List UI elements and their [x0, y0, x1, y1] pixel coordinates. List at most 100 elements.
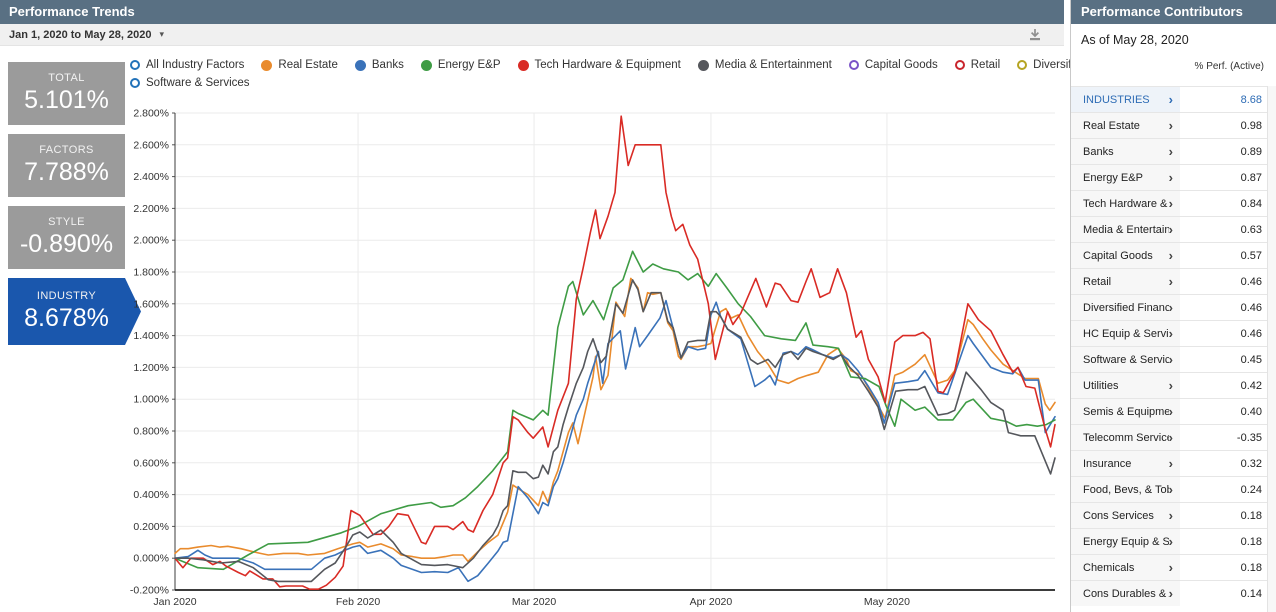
row-value: 0.57: [1240, 250, 1262, 262]
row-name-cell: Telecomm Services›: [1071, 425, 1180, 450]
chevron-right-icon[interactable]: ›: [1169, 145, 1180, 158]
performance-chart: 2.800% 2.600% 2.400% 2.200% 2.000% 1.800% 1.60…: [128, 100, 1062, 612]
chevron-right-icon[interactable]: ›: [1169, 197, 1180, 210]
chevron-right-icon[interactable]: ›: [1169, 327, 1180, 340]
column-header-perf-active: % Perf. (Active): [1194, 61, 1264, 72]
legend-item-real-estate[interactable]: Real Estate: [261, 59, 338, 71]
legend-swatch-icon: [848, 60, 859, 70]
panel-title: Performance Contributors: [1081, 4, 1243, 19]
chevron-down-icon[interactable]: ▾: [159, 29, 164, 40]
chevron-right-icon[interactable]: ›: [1169, 483, 1180, 496]
contributors-table: INDUSTRIES › 8.68 Real Estate › 0.98 Banks › 0.8…: [1071, 86, 1276, 606]
badge-total[interactable]: TOTAL 5.101%: [8, 62, 125, 125]
x-tick-label: Feb 2020: [336, 596, 381, 608]
legend-label: Retail: [970, 59, 1001, 71]
badge-industry[interactable]: INDUSTRY 8.678%: [8, 278, 141, 345]
table-row-chemicals[interactable]: Chemicals › 0.18: [1071, 554, 1276, 580]
table-row-tech-hardware[interactable]: Tech Hardware & ...› 0.84: [1071, 190, 1276, 216]
legend-item-energy-e-p[interactable]: Energy E&P: [420, 59, 501, 71]
table-row-diversified-financi[interactable]: Diversified Financi...› 0.46: [1071, 294, 1276, 320]
table-row-utilities[interactable]: Utilities › 0.42: [1071, 372, 1276, 398]
chevron-right-icon[interactable]: ›: [1169, 561, 1180, 574]
legend-item-tech-hardware-equipment[interactable]: Tech Hardware & Equipment: [517, 59, 681, 71]
chevron-right-icon[interactable]: ›: [1169, 223, 1180, 236]
legend-label: Tech Hardware & Equipment: [534, 59, 681, 71]
x-tick-label: Jan 2020: [153, 596, 196, 608]
table-row-telecomm-services[interactable]: Telecomm Services› -0.35: [1071, 424, 1276, 450]
row-name-cell: INDUSTRIES ›: [1071, 87, 1180, 112]
row-name-cell: Capital Goods ›: [1071, 243, 1180, 268]
row-value: 0.84: [1240, 198, 1262, 210]
chevron-right-icon[interactable]: ›: [1169, 275, 1180, 288]
scrollbar[interactable]: [1267, 86, 1276, 612]
row-name-cell: Insurance ›: [1071, 451, 1180, 476]
legend-item-banks[interactable]: Banks: [354, 59, 404, 71]
chevron-right-icon[interactable]: ›: [1169, 431, 1180, 444]
y-tick-label: 2.000%: [133, 235, 169, 247]
chevron-right-icon[interactable]: ›: [1169, 119, 1180, 132]
row-value: 0.14: [1240, 588, 1262, 600]
chevron-right-icon[interactable]: ›: [1169, 249, 1180, 262]
table-row-energy-equip-se[interactable]: Energy Equip & Se...› 0.18: [1071, 528, 1276, 554]
table-row-hc-equip-services[interactable]: HC Equip & Services› 0.46: [1071, 320, 1276, 346]
row-label: Energy E&P: [1083, 171, 1143, 184]
row-value: 0.98: [1240, 120, 1262, 132]
legend-item-capital-goods[interactable]: Capital Goods: [848, 59, 938, 71]
legend-item-retail[interactable]: Retail: [954, 59, 1001, 71]
legend-item-media-entertainment[interactable]: Media & Entertainment: [697, 59, 832, 71]
series-banks-line: [174, 299, 1056, 583]
legend-swatch-icon: [697, 59, 709, 71]
badge-label: FACTORS: [39, 144, 94, 156]
chevron-right-icon[interactable]: ›: [1169, 93, 1180, 106]
chevron-right-icon[interactable]: ›: [1169, 587, 1180, 600]
table-row-banks[interactable]: Banks › 0.89: [1071, 138, 1276, 164]
table-row-software-services[interactable]: Software & Services› 0.45: [1071, 346, 1276, 372]
legend-item-software-services[interactable]: Software & Services: [130, 77, 250, 89]
chevron-right-icon[interactable]: ›: [1169, 405, 1180, 418]
badge-label: STYLE: [48, 216, 85, 228]
badge-factors[interactable]: FACTORS 7.788%: [8, 134, 125, 197]
row-value: 0.24: [1240, 484, 1262, 496]
legend-row: Software & Services: [130, 74, 1060, 92]
legend-item-all-industry-factors[interactable]: All Industry Factors: [130, 59, 244, 71]
row-label: Cons Services: [1083, 509, 1154, 522]
summary-badges: TOTAL 5.101% FACTORS 7.788% STYLE -0.890% INDU…: [8, 62, 141, 345]
table-row-real-estate[interactable]: Real Estate › 0.98: [1071, 112, 1276, 138]
table-row-retail[interactable]: Retail › 0.46: [1071, 268, 1276, 294]
legend-label: Capital Goods: [864, 59, 938, 71]
chevron-right-icon[interactable]: ›: [1169, 171, 1180, 184]
row-name-cell: Energy E&P ›: [1071, 165, 1180, 190]
table-row-energy-e-p[interactable]: Energy E&P › 0.87: [1071, 164, 1276, 190]
performance-contributors-header: Performance Contributors: [1071, 0, 1276, 24]
y-tick-label: 2.800%: [133, 108, 169, 120]
legend-swatch-icon: [354, 59, 366, 71]
row-name-cell: Banks ›: [1071, 139, 1180, 164]
table-row-media-entertain[interactable]: Media & Entertain...› 0.63: [1071, 216, 1276, 242]
row-value: 0.87: [1240, 172, 1262, 184]
chart-legend: All Industry Factors Real Estate Banks Ener…: [130, 56, 1276, 92]
chevron-right-icon[interactable]: ›: [1169, 379, 1180, 392]
chevron-right-icon[interactable]: ›: [1169, 353, 1180, 366]
chevron-right-icon[interactable]: ›: [1169, 457, 1180, 470]
y-tick-label: 0.400%: [133, 489, 169, 501]
table-row-cons-durables-a[interactable]: Cons Durables & A...› 0.14: [1071, 580, 1276, 606]
row-value: 0.89: [1240, 146, 1262, 158]
date-range-selector[interactable]: Jan 1, 2020 to May 28, 2020: [9, 29, 151, 41]
summary-row-industries[interactable]: INDUSTRIES › 8.68: [1071, 86, 1276, 112]
chevron-right-icon[interactable]: ›: [1169, 301, 1180, 314]
download-icon[interactable]: [1028, 28, 1042, 46]
y-tick-label: 1.400%: [133, 330, 169, 342]
table-row-cons-services[interactable]: Cons Services › 0.18: [1071, 502, 1276, 528]
table-row-food-bevs-tob[interactable]: Food, Bevs, & Tob...› 0.24: [1071, 476, 1276, 502]
legend-label: Software & Services: [146, 77, 250, 89]
row-name-cell: Media & Entertain...›: [1071, 217, 1180, 242]
chevron-right-icon[interactable]: ›: [1169, 535, 1180, 548]
table-row-insurance[interactable]: Insurance › 0.32: [1071, 450, 1276, 476]
table-row-semis-equipment[interactable]: Semis & Equipment› 0.40: [1071, 398, 1276, 424]
chevron-right-icon[interactable]: ›: [1169, 509, 1180, 522]
table-row-capital-goods[interactable]: Capital Goods › 0.57: [1071, 242, 1276, 268]
app: Performance Trends Jan 1, 2020 to May 28…: [0, 0, 1276, 612]
series-real-estate-line: [174, 277, 1056, 563]
row-value: -0.35: [1236, 432, 1262, 444]
badge-style[interactable]: STYLE -0.890%: [8, 206, 125, 269]
